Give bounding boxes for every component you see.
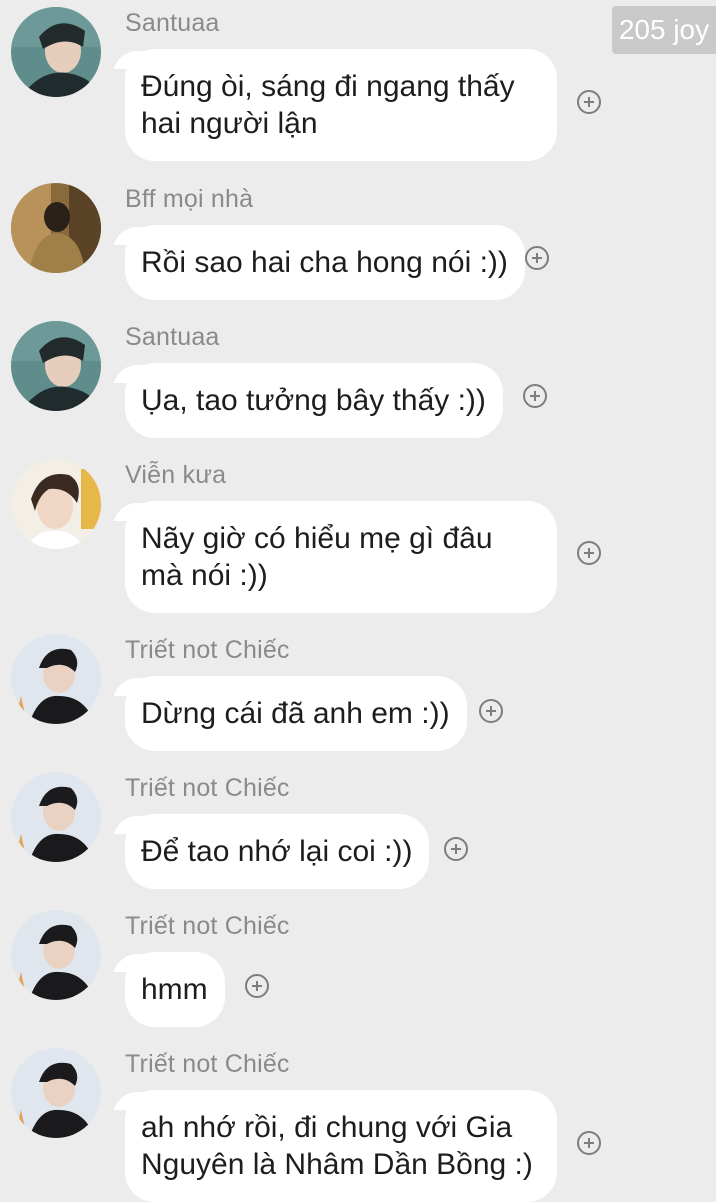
triet-avatar-image [11,1048,101,1138]
sender-name: Santuaa [125,323,220,351]
sender-name: Bff mọi nhà [125,185,254,213]
add-reaction-icon[interactable] [577,541,601,565]
add-reaction-icon[interactable] [245,974,269,998]
add-reaction-icon[interactable] [525,246,549,270]
avatar[interactable] [11,772,101,862]
triet-avatar-image [11,772,101,862]
message-bubble[interactable]: ah nhớ rồi, đi chung với Gia Nguyên là N… [125,1090,557,1202]
avatar[interactable] [11,459,101,549]
vien-avatar-image [11,459,101,549]
avatar[interactable] [11,910,101,1000]
message-bubble[interactable]: Đúng òi, sáng đi ngang thấy hai người lậ… [125,49,557,161]
avatar[interactable] [11,7,101,97]
bff-avatar-image [11,183,101,273]
add-reaction-icon[interactable] [577,90,601,114]
message-bubble[interactable]: Dừng cái đã anh em :)) [125,676,467,751]
avatar[interactable] [11,183,101,273]
message-bubble[interactable]: Rồi sao hai cha hong nói :)) [125,225,525,300]
avatar[interactable] [11,634,101,724]
sender-name: Triết not Chiếc [125,1050,290,1078]
add-reaction-icon[interactable] [479,699,503,723]
avatar[interactable] [11,321,101,411]
message-bubble[interactable]: Ụa, tao tưởng bây thấy :)) [125,363,503,438]
avatar[interactable] [11,1048,101,1138]
message-bubble[interactable]: Nãy giờ có hiểu mẹ gì đâu mà nói :)) [125,501,557,613]
watermark-label: 205 joy [612,6,716,54]
sender-name: Santuaa [125,9,220,37]
message-bubble[interactable]: hmm [125,952,225,1027]
sender-name: Viễn kưa [125,461,227,489]
message-bubble[interactable]: Để tao nhớ lại coi :)) [125,814,430,889]
sender-name: Triết not Chiếc [125,774,290,802]
sender-name: Triết not Chiếc [125,912,290,940]
add-reaction-icon[interactable] [444,837,468,861]
santuaa-avatar-image [11,7,101,97]
santuaa-avatar-image [11,321,101,411]
triet-avatar-image [11,910,101,1000]
sender-name: Triết not Chiếc [125,636,290,664]
triet-avatar-image [11,634,101,724]
add-reaction-icon[interactable] [523,384,547,408]
add-reaction-icon[interactable] [577,1131,601,1155]
